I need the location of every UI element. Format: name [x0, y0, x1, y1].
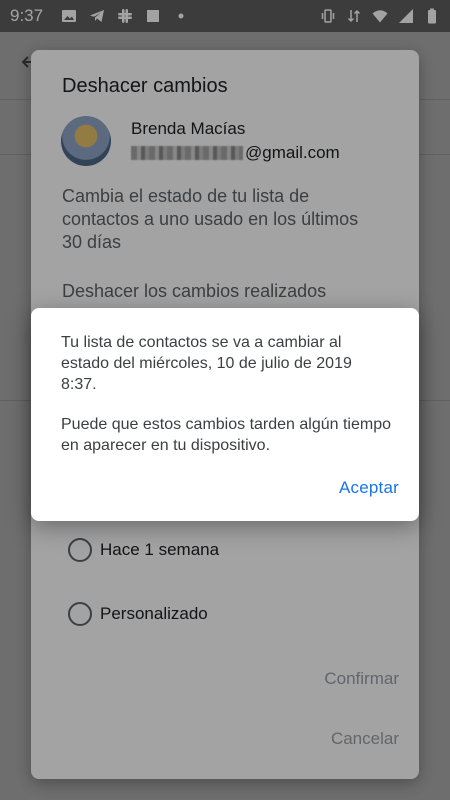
alert-message-secondary: Puede que estos cambios tarden algún tie…: [61, 416, 391, 454]
confirmation-alert-dialog: Tu lista de contactos se va a cambiar al…: [31, 308, 419, 521]
accept-button[interactable]: Aceptar: [339, 478, 399, 498]
alert-message: Tu lista de contactos se va a cambiar al…: [61, 334, 352, 393]
